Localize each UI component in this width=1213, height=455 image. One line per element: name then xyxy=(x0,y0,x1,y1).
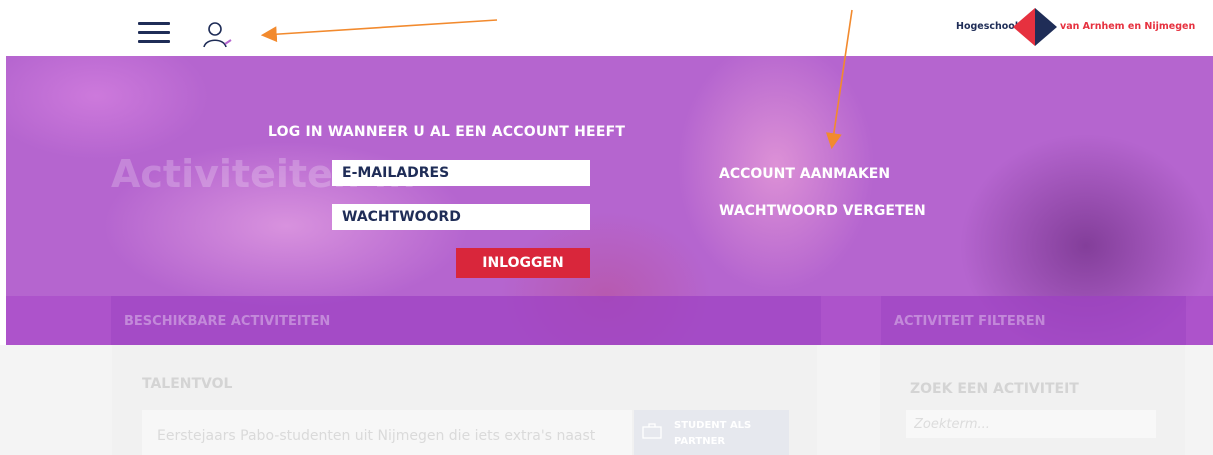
arrow-to-create-account xyxy=(825,9,853,150)
arrow-to-user-icon xyxy=(260,19,498,43)
annotation-arrows xyxy=(260,9,853,150)
